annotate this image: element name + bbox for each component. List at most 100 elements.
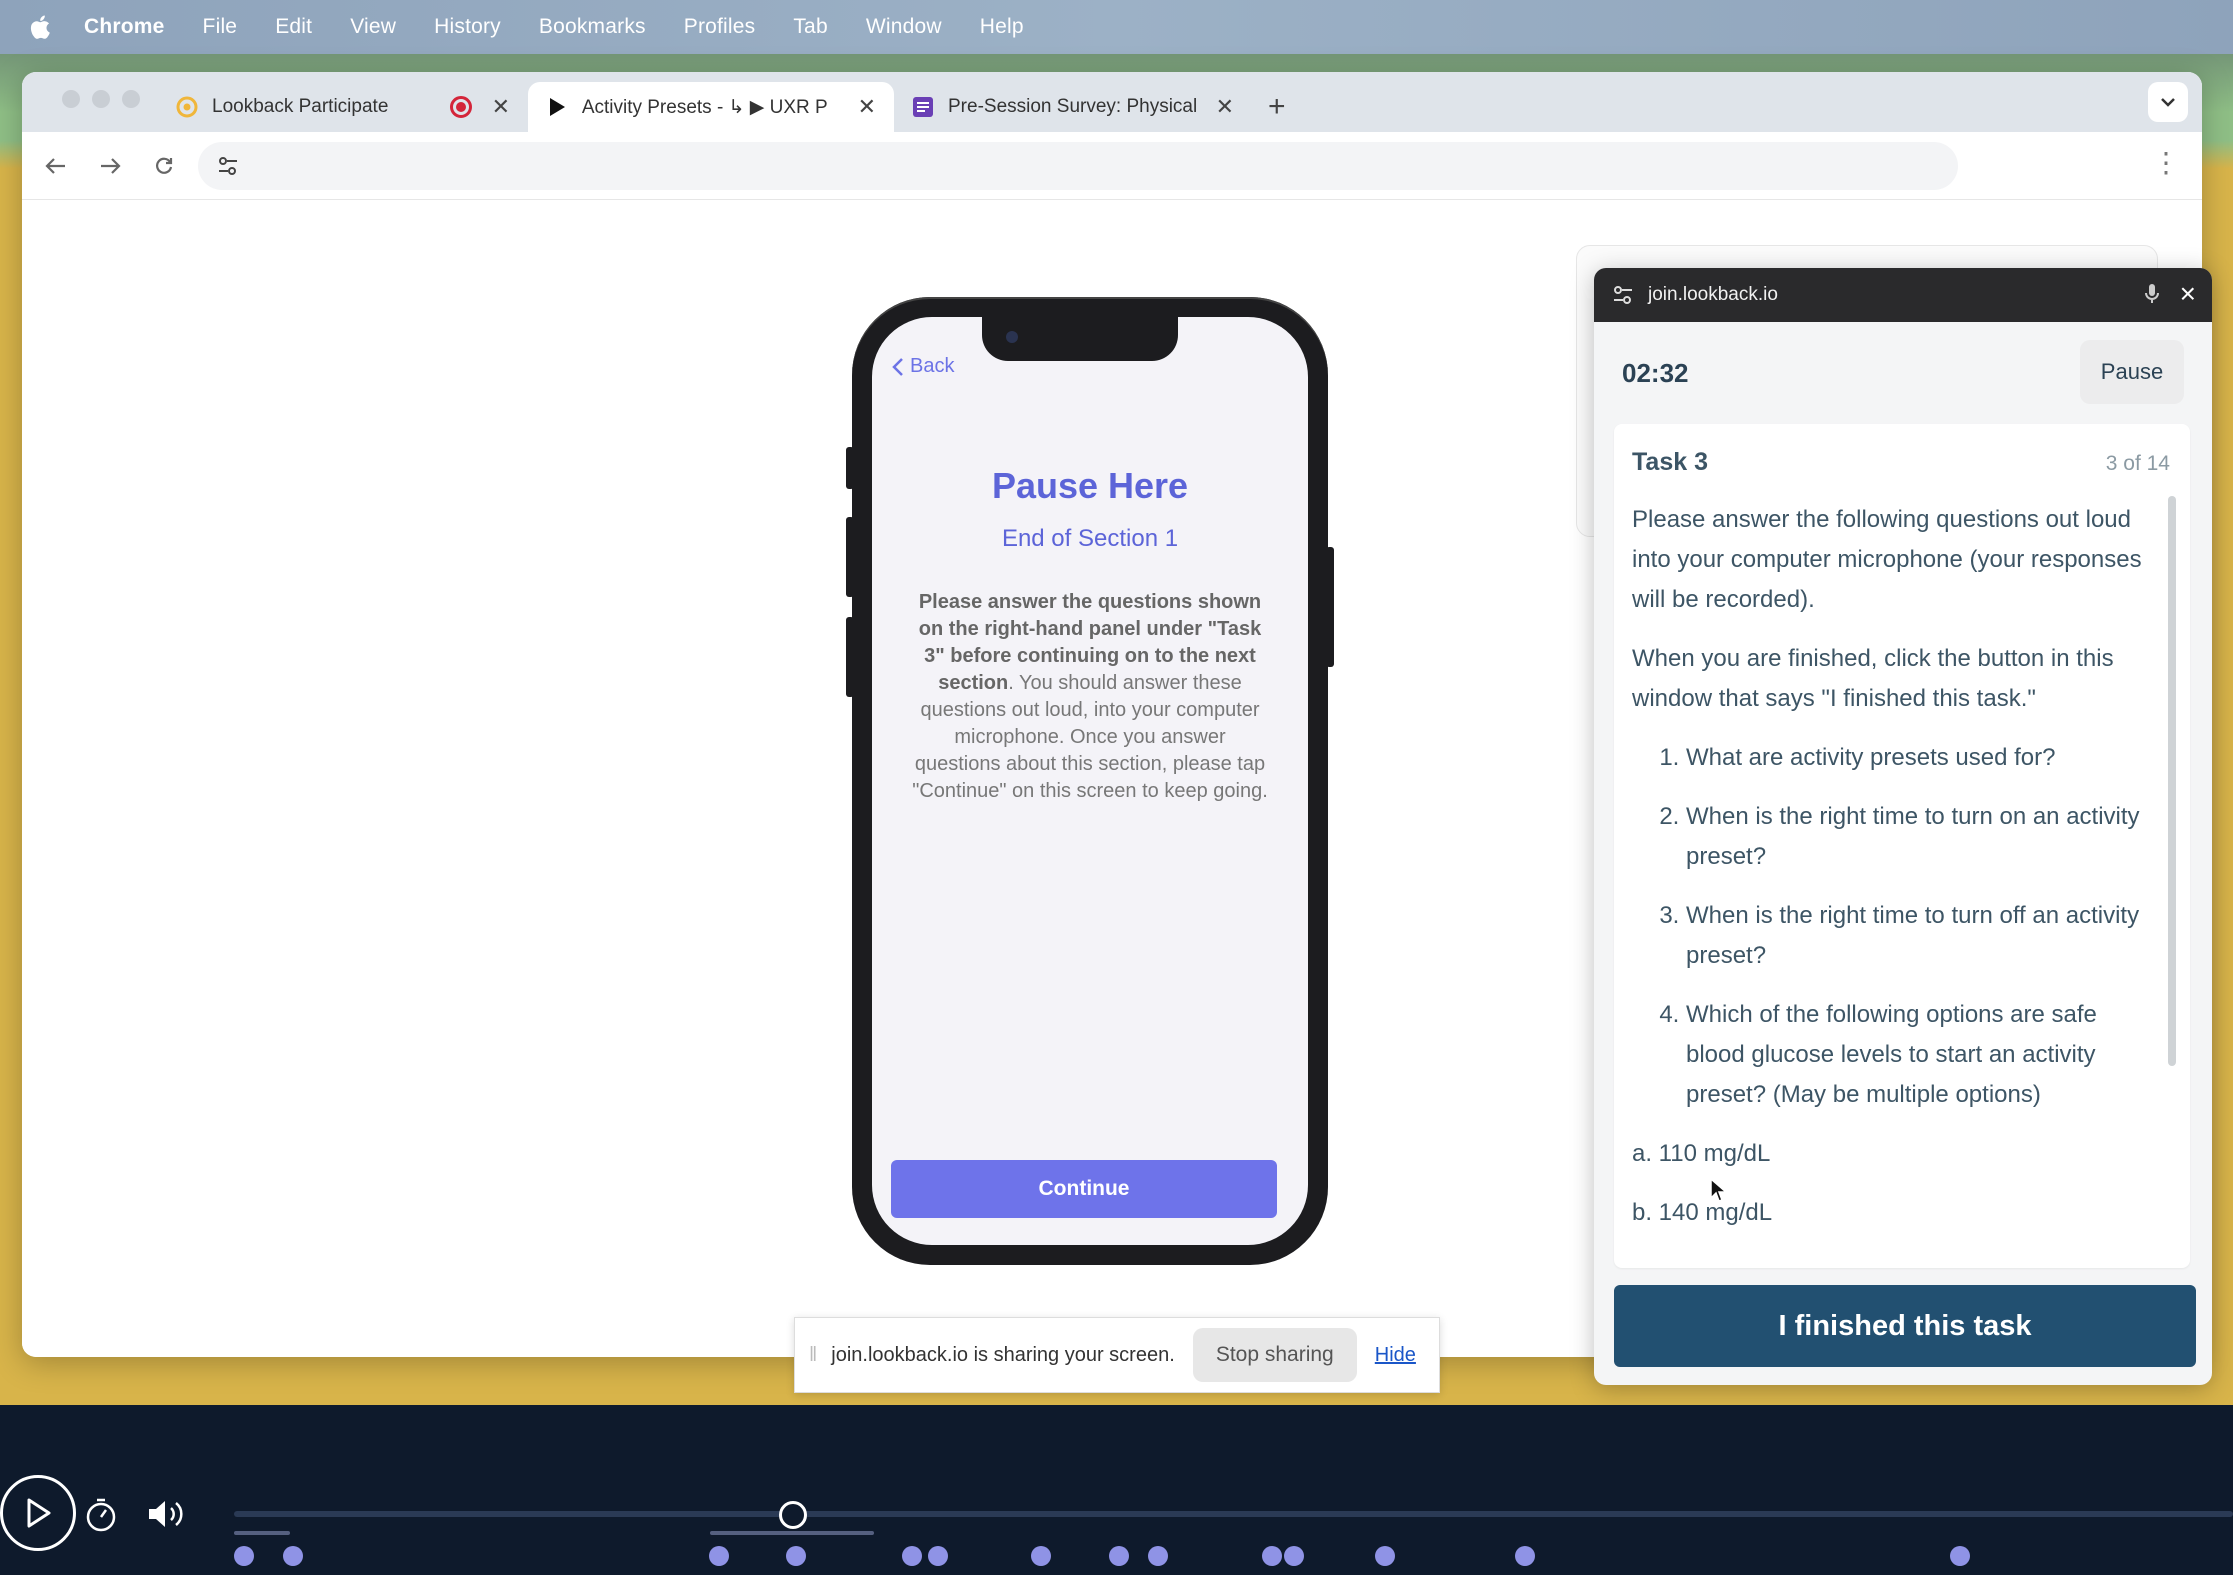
tab-strip: Lookback Participate ✕ Activity Presets … (22, 72, 2202, 132)
menu-help[interactable]: Help (980, 15, 1024, 39)
drag-handle-icon[interactable]: ‖ (809, 1344, 817, 1367)
play-button[interactable] (0, 1475, 76, 1551)
tab-search-button[interactable] (2148, 82, 2188, 122)
timeline-marker[interactable] (234, 1546, 254, 1566)
seek-bar-buffered (234, 1531, 290, 1535)
timeline-marker[interactable] (1950, 1546, 1970, 1566)
close-tab-icon[interactable]: ✕ (858, 94, 876, 120)
new-tab-button[interactable]: + (1268, 90, 1286, 124)
question-item: Which of the following options are safe … (1686, 995, 2152, 1115)
phone-volume-up (846, 517, 854, 597)
reload-icon[interactable] (144, 146, 184, 186)
stop-sharing-button[interactable]: Stop sharing (1192, 1328, 1357, 1382)
panel-url: join.lookback.io (1648, 284, 1778, 305)
volume-icon[interactable] (146, 1497, 186, 1536)
timeline-marker[interactable] (283, 1546, 303, 1566)
sharing-message: join.lookback.io is sharing your screen. (831, 1343, 1175, 1366)
menu-window[interactable]: Window (866, 15, 942, 39)
seek-bar-handle[interactable] (779, 1501, 807, 1529)
timeline-marker[interactable] (1148, 1546, 1168, 1566)
timeline-marker[interactable] (928, 1546, 948, 1566)
tab-activity-presets[interactable]: Activity Presets - ↳ ▶ UXR P ✕ (528, 82, 894, 132)
mac-menubar: Chrome File Edit View History Bookmarks … (0, 0, 2233, 54)
menu-view[interactable]: View (350, 15, 396, 39)
close-tab-icon[interactable]: ✕ (1216, 94, 1234, 120)
tab-label: Activity Presets - ↳ ▶ UXR P (581, 96, 828, 118)
timeline-marker[interactable] (1284, 1546, 1304, 1566)
screen-instructions: Please answer the questions shown on the… (910, 589, 1270, 805)
address-bar[interactable] (198, 141, 1958, 190)
form-icon (912, 96, 934, 118)
timeline-marker[interactable] (1262, 1546, 1282, 1566)
site-settings-icon (1612, 282, 1638, 308)
timeline-marker[interactable] (902, 1546, 922, 1566)
seek-bar-buffered (710, 1531, 874, 1535)
phone-screen: Back Pause Here End of Section 1 Please … (872, 317, 1308, 1245)
lookback-task-panel: join.lookback.io × 02:32 Pause Task 3 3 … (1594, 268, 2212, 1385)
question-item: What are activity presets used for? (1686, 738, 2152, 778)
zoom-window-button[interactable] (122, 90, 140, 108)
screen-sharing-bar: ‖ join.lookback.io is sharing your scree… (794, 1317, 1440, 1393)
back-arrow-icon[interactable] (36, 146, 76, 186)
question-item: When is the right time to turn off an ac… (1686, 896, 2152, 976)
timeline-marker[interactable] (1109, 1546, 1129, 1566)
panel-titlebar: join.lookback.io × (1594, 268, 2212, 322)
more-options-icon[interactable]: ⋮ (2152, 146, 2180, 179)
question-item: When is the right time to turn on an act… (1686, 797, 2152, 877)
timeline-marker[interactable] (1375, 1546, 1395, 1566)
session-timer: 02:32 (1622, 358, 1689, 388)
screen-subtitle: End of Section 1 (1001, 525, 1179, 552)
task-counter: 3 of 14 (2105, 452, 2170, 475)
chevron-left-icon (892, 357, 903, 376)
task-title: Task 3 (1632, 448, 1708, 476)
menu-profiles[interactable]: Profiles (684, 15, 756, 39)
tab-lookback-participate[interactable]: Lookback Participate ✕ (158, 82, 528, 132)
menu-bookmarks[interactable]: Bookmarks (539, 15, 646, 39)
forward-arrow-icon[interactable] (90, 146, 130, 186)
question-list: What are activity presets used for? When… (1632, 738, 2152, 1115)
mouse-cursor-icon (1710, 1177, 1729, 1209)
apple-logo-icon[interactable] (28, 12, 56, 42)
phone-mute-switch (846, 447, 854, 489)
phone-mockup: Back Pause Here End of Section 1 Please … (846, 297, 1334, 1265)
window-controls (22, 90, 158, 132)
close-panel-icon[interactable]: × (2180, 278, 2196, 310)
menu-history[interactable]: History (434, 15, 501, 39)
site-settings-icon[interactable] (208, 146, 248, 186)
recording-indicator-icon (449, 96, 472, 118)
back-button[interactable]: Back (892, 355, 954, 378)
task-card: Task 3 3 of 14 Please answer the followi… (1614, 424, 2190, 1268)
timeline-marker[interactable] (709, 1546, 729, 1566)
timeline-marker[interactable] (1031, 1546, 1051, 1566)
play-icon (27, 1498, 51, 1528)
task-instructions: When you are finished, click the button … (1632, 645, 2114, 712)
tab-pre-session-survey[interactable]: Pre-Session Survey: Physical ✕ (894, 82, 1252, 132)
microphone-icon (2144, 283, 2160, 311)
close-window-button[interactable] (62, 90, 80, 108)
menu-edit[interactable]: Edit (275, 15, 312, 39)
menu-tab[interactable]: Tab (793, 15, 827, 39)
camera-icon (1006, 331, 1018, 343)
back-label: Back (910, 355, 955, 377)
tab-label: Pre-Session Survey: Physical (948, 96, 1196, 117)
close-tab-icon[interactable]: ✕ (492, 94, 510, 120)
tab-label: Lookback Participate (212, 96, 389, 117)
menu-file[interactable]: File (203, 15, 238, 39)
phone-notch (982, 317, 1178, 361)
task-intro: Please answer the following questions ou… (1632, 506, 2142, 613)
hide-link[interactable]: Hide (1375, 1344, 1416, 1367)
url-input[interactable] (258, 145, 1958, 186)
menu-app-name[interactable]: Chrome (84, 15, 165, 39)
playback-speed-icon[interactable] (84, 1497, 118, 1538)
finish-task-button[interactable]: I finished this task (1614, 1285, 2196, 1367)
minimize-window-button[interactable] (92, 90, 110, 108)
timeline-marker[interactable] (786, 1546, 806, 1566)
continue-button[interactable]: Continue (891, 1160, 1277, 1218)
screen-title: Pause Here (991, 465, 1189, 506)
answer-option: a. 110 mg/dL (1632, 1140, 1771, 1167)
timeline-marker[interactable] (1515, 1546, 1535, 1566)
task-scrollbar[interactable] (2168, 496, 2176, 1066)
seek-bar-track[interactable] (234, 1511, 2233, 1517)
pause-button[interactable]: Pause (2080, 340, 2184, 404)
play-icon (546, 96, 568, 118)
